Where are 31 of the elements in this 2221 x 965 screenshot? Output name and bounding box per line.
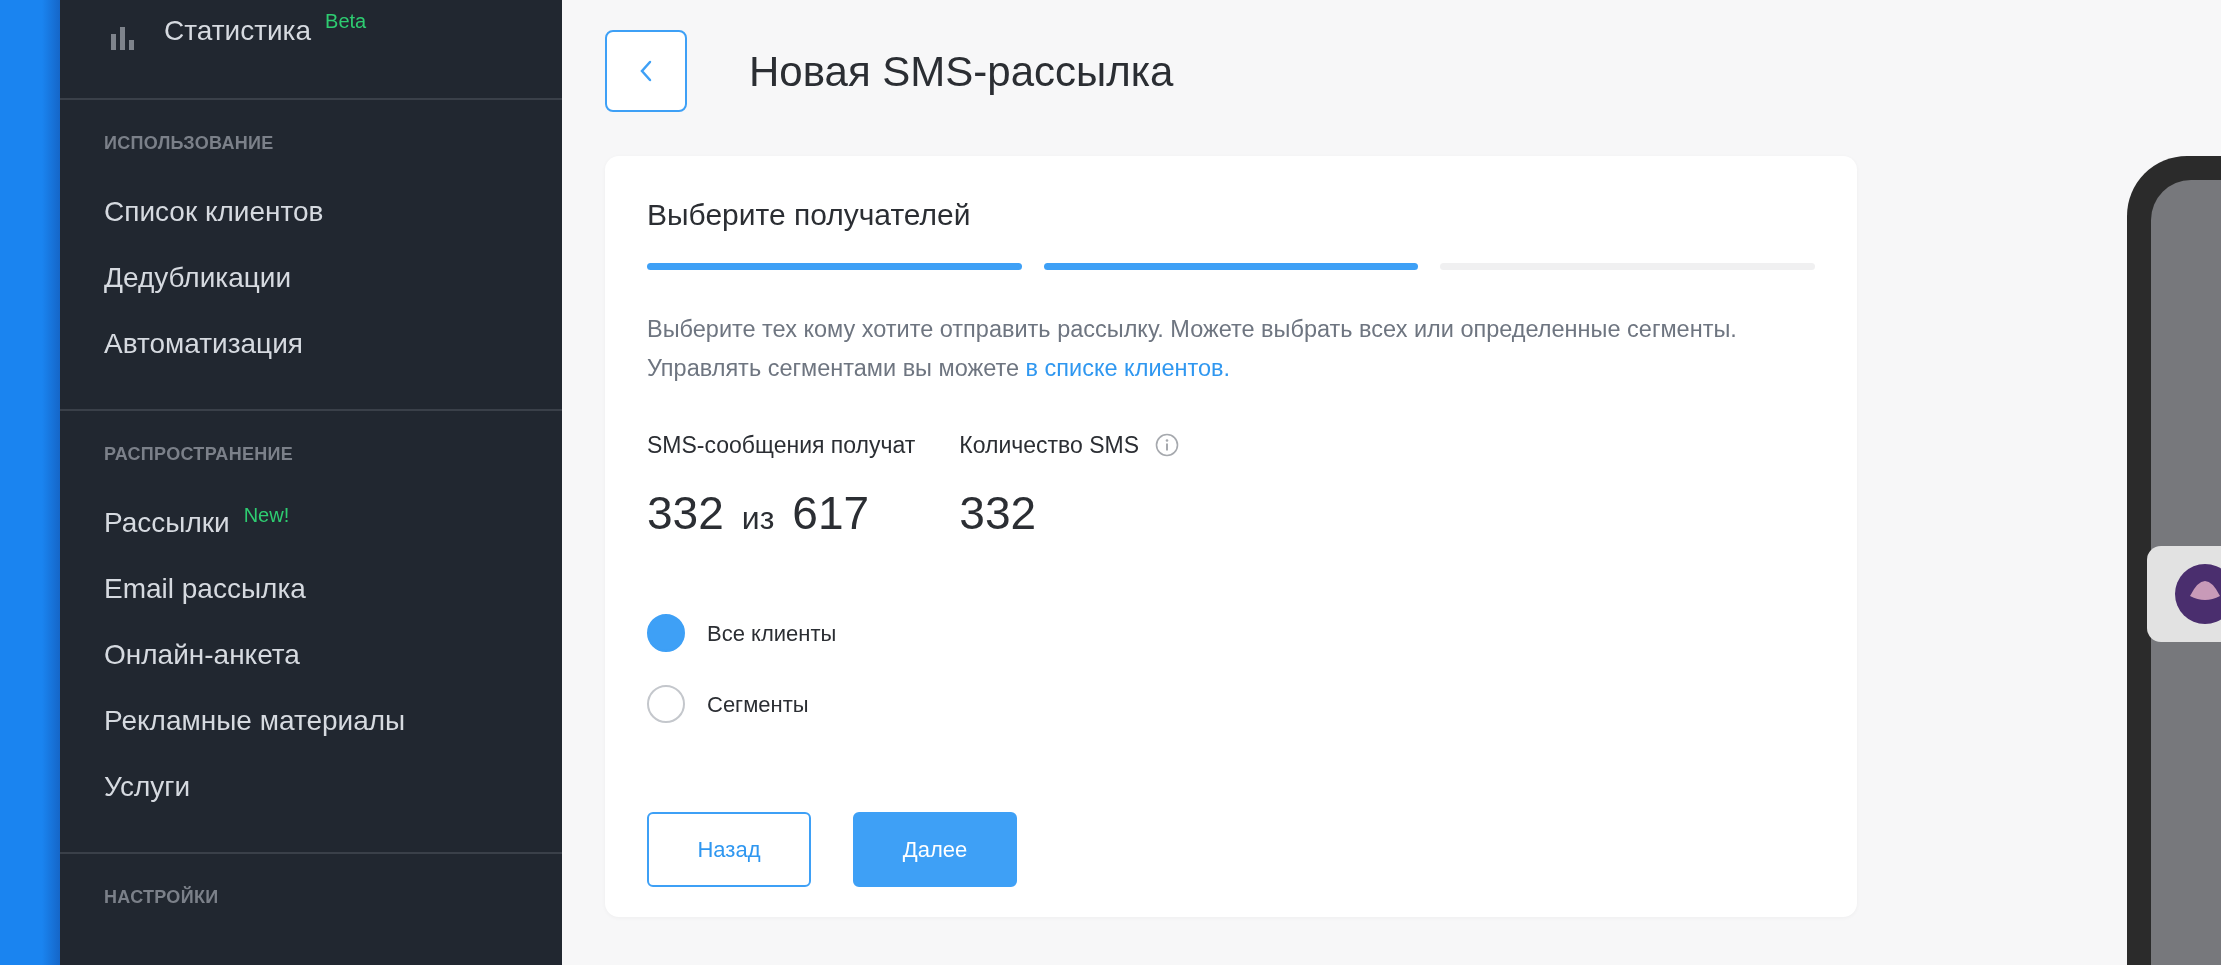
sidebar-item[interactable]: Дедубликации	[104, 261, 292, 295]
radio-button[interactable]	[647, 614, 685, 652]
stat-value: 332	[647, 485, 724, 541]
section-title: НАСТРОЙКИ	[104, 885, 219, 909]
radio-button[interactable]	[647, 685, 685, 723]
sidebar-item[interactable]: Услуги	[104, 770, 191, 804]
page-title: Новая SMS-рассылка	[749, 46, 1174, 97]
info-icon[interactable]	[1155, 433, 1180, 458]
beta-label: Beta	[325, 10, 367, 32]
card-heading: Выберите получателей	[647, 197, 971, 233]
sidebar-item[interactable]: Онлайн-анкета	[104, 638, 300, 672]
description: Выберите тех кому хотите отправить рассылку. Можете выбрать всех или определенные сегменты. Управлять сегментами вы можете в списке клиентов.	[647, 315, 1738, 383]
sidebar-item[interactable]: Рекламные материалы	[104, 704, 406, 738]
chevron-left-icon	[639, 59, 653, 83]
section-title: РАСПРОСТРАНЕНИЕ	[104, 443, 294, 466]
sidebar-item[interactable]: Список клиентов	[104, 195, 324, 229]
stat-value: 617	[792, 485, 870, 541]
sidebar-item[interactable]: Автоматизация	[104, 327, 303, 361]
back-button[interactable]	[605, 30, 687, 112]
new-label: New!	[243, 503, 290, 528]
sidebar-item[interactable]: Статистика	[164, 14, 312, 48]
sidebar-item[interactable]: Рассылки	[104, 506, 230, 540]
stat-value: 332	[959, 485, 1037, 541]
stat-label: Количество SMS	[959, 431, 1140, 460]
sidebar-item[interactable]: Email рассылка	[104, 572, 306, 606]
radio-label: Все клиенты	[707, 619, 837, 648]
section-title: ИСПОЛЬЗОВАНИЕ	[104, 132, 274, 155]
bar-chart-icon	[110, 26, 136, 52]
stat-separator: из	[741, 498, 775, 538]
stat-label: SMS-сообщения получат	[647, 431, 916, 460]
radio-label: Сегменты	[707, 690, 809, 719]
